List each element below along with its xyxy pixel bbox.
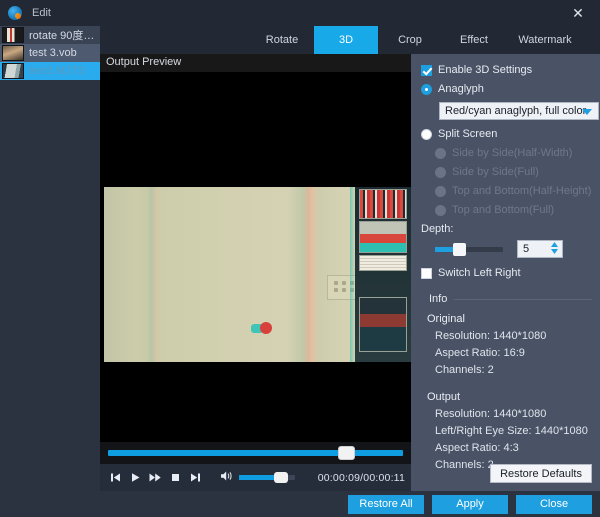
tab-effect[interactable]: Effect	[442, 26, 506, 54]
seek-handle[interactable]	[338, 446, 356, 460]
split-option-row: Side by Side(Full)	[435, 166, 592, 178]
anaglyph-video-frame	[104, 187, 411, 362]
transport-bar: 00:00:09/00:00:11	[100, 442, 411, 491]
switch-left-right-checkbox[interactable]	[421, 267, 432, 279]
time-display: 00:00:09/00:00:11	[317, 471, 405, 484]
preview-label: Output Preview	[100, 54, 411, 72]
split-option-row: Top and Bottom(Full)	[435, 204, 592, 216]
file-name: test2.M2TS	[29, 65, 86, 77]
tab-rotate[interactable]: Rotate	[250, 26, 314, 54]
side-by-side-full-radio	[435, 166, 446, 178]
edit-dialog: Edit ✕ rotate 90度的... test 3.vob test2.M…	[0, 0, 600, 517]
restore-all-button[interactable]: Restore All	[348, 494, 424, 514]
settings-panel: Enable 3D Settings Anaglyph Red/cyan ana…	[411, 54, 600, 491]
anaglyph-mode-select[interactable]: Red/cyan anaglyph, full color	[439, 102, 599, 120]
skip-previous-icon[interactable]	[106, 469, 124, 487]
door-knob	[251, 321, 273, 335]
file-list[interactable]: rotate 90度的... test 3.vob test2.M2TS	[0, 26, 100, 491]
stepper-arrows-icon[interactable]	[551, 242, 558, 254]
depth-value: 5	[523, 243, 530, 255]
split-screen-label: Split Screen	[438, 128, 498, 140]
file-name: test 3.vob	[29, 47, 77, 59]
side-by-side-half-label: Side by Side(Half-Width)	[452, 147, 573, 159]
thumbnail-icon	[2, 63, 24, 79]
tab-watermark[interactable]: Watermark	[506, 26, 584, 54]
apply-button[interactable]: Apply	[432, 494, 508, 514]
dialog-footer: Restore All Apply Close	[0, 491, 600, 517]
output-eye-size: Left/Right Eye Size: 1440*1080	[435, 425, 588, 437]
anaglyph-row[interactable]: Anaglyph	[421, 83, 592, 95]
split-option-row: Side by Side(Half-Width)	[435, 147, 592, 159]
output-resolution: Resolution: 1440*1080	[435, 408, 547, 420]
volume-handle[interactable]	[273, 472, 288, 483]
original-label: Original	[427, 313, 465, 325]
side-by-side-half-radio	[435, 147, 446, 159]
split-screen-radio[interactable]	[421, 128, 432, 140]
info-section-header: Info	[421, 293, 592, 305]
split-option-row: Top and Bottom(Half-Height)	[435, 185, 592, 197]
tab-3d[interactable]: 3D	[314, 26, 378, 54]
top-bottom-full-radio	[435, 204, 446, 216]
anaglyph-mode-value: Red/cyan anaglyph, full color	[445, 105, 587, 117]
list-item[interactable]: test 3.vob	[0, 44, 100, 62]
enable-3d-checkbox[interactable]	[421, 64, 432, 76]
bookshelf	[355, 187, 411, 362]
top-bottom-half-label: Top and Bottom(Half-Height)	[452, 185, 592, 197]
original-aspect-ratio: Aspect Ratio: 16:9	[435, 347, 525, 359]
side-by-side-full-label: Side by Side(Full)	[452, 166, 539, 178]
thumbnail-icon	[2, 45, 24, 61]
output-aspect-ratio: Aspect Ratio: 4:3	[435, 442, 519, 454]
info-label: Info	[429, 293, 448, 305]
close-icon[interactable]: ✕	[556, 0, 600, 26]
seek-row	[100, 442, 411, 464]
depth-label: Depth:	[421, 223, 454, 235]
switch-left-right-label: Switch Left Right	[438, 267, 521, 279]
anaglyph-radio[interactable]	[421, 83, 432, 95]
enable-3d-label: Enable 3D Settings	[438, 64, 533, 76]
seek-slider[interactable]	[108, 446, 403, 460]
window-title: Edit	[32, 7, 51, 19]
depth-handle[interactable]	[452, 242, 466, 256]
preview-area: Output Preview	[100, 54, 411, 442]
controls-row: 00:00:09/00:00:11	[100, 464, 411, 491]
divider	[454, 298, 592, 300]
anaglyph-label: Anaglyph	[438, 83, 484, 95]
fast-forward-icon[interactable]	[146, 469, 164, 487]
restore-defaults-button[interactable]: Restore Defaults	[490, 464, 592, 483]
volume-slider[interactable]	[239, 472, 295, 483]
skip-next-icon[interactable]	[186, 469, 204, 487]
depth-row: 5	[421, 240, 592, 258]
list-item[interactable]: rotate 90度的...	[0, 26, 100, 44]
enable-3d-row[interactable]: Enable 3D Settings	[421, 64, 592, 76]
original-resolution: Resolution: 1440*1080	[435, 330, 547, 342]
app-logo-icon	[8, 6, 22, 20]
thumbnail-icon	[2, 27, 24, 43]
video-stage[interactable]	[100, 72, 411, 442]
volume-icon[interactable]	[220, 470, 234, 485]
tab-crop[interactable]: Crop	[378, 26, 442, 54]
split-screen-row[interactable]: Split Screen	[421, 128, 592, 140]
list-item-selected[interactable]: test2.M2TS	[0, 62, 100, 80]
chevron-down-icon	[582, 109, 592, 115]
switch-lr-row[interactable]: Switch Left Right	[421, 267, 592, 279]
depth-stepper[interactable]: 5	[517, 240, 563, 258]
top-bottom-half-radio	[435, 185, 446, 197]
depth-slider[interactable]	[435, 242, 503, 256]
original-channels: Channels: 2	[435, 364, 494, 376]
tab-bar: Rotate 3D Crop Effect Watermark	[100, 26, 600, 54]
title-bar: Edit ✕	[0, 0, 600, 26]
top-bottom-full-label: Top and Bottom(Full)	[452, 204, 555, 216]
close-button[interactable]: Close	[516, 494, 592, 514]
stop-icon[interactable]	[166, 469, 184, 487]
output-label: Output	[427, 391, 461, 403]
file-name: rotate 90度的...	[29, 30, 100, 42]
play-icon[interactable]	[126, 469, 144, 487]
